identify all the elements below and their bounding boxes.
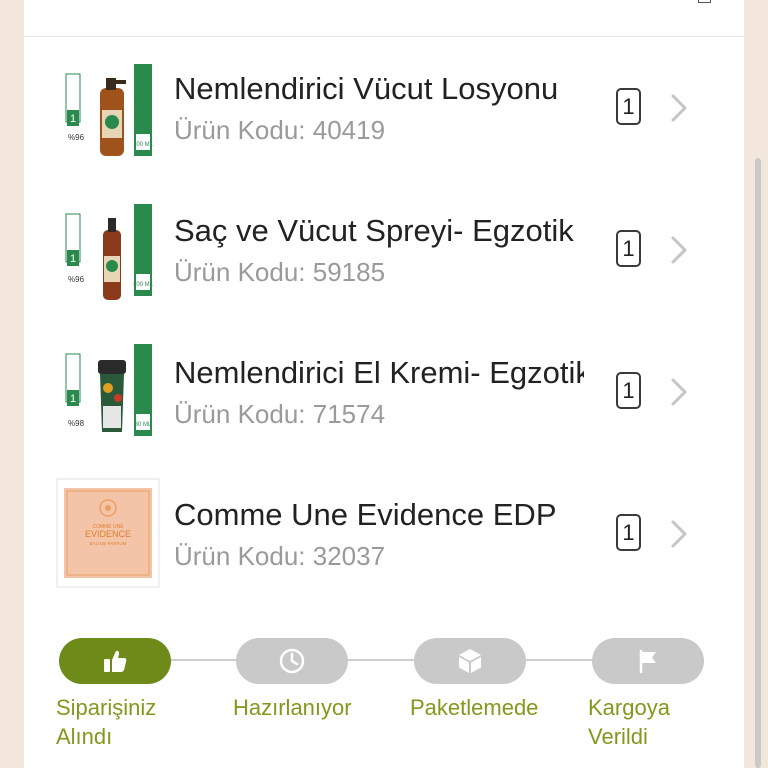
- thumbs-up-icon: [104, 650, 127, 672]
- svg-text:30 ML: 30 ML: [135, 422, 152, 428]
- product-code: Ürün Kodu: 40419: [174, 115, 386, 145]
- svg-text:%96: %96: [68, 275, 85, 284]
- step-order-received[interactable]: [59, 638, 171, 684]
- svg-text:100 ML: 100 ML: [133, 282, 154, 288]
- svg-text:%98: %98: [68, 419, 85, 428]
- product-code: Ürün Kodu: 32037: [174, 541, 386, 571]
- box-icon: [459, 649, 481, 673]
- step-label-order-received: Siparişiniz Alındı: [56, 695, 157, 749]
- step-label-packaging: Paketlemede: [410, 695, 539, 720]
- chevron-right-icon[interactable]: [664, 376, 692, 408]
- stepper-connector: [526, 659, 592, 661]
- quantity-badge: 1: [616, 230, 641, 267]
- stepper-connector: [348, 659, 414, 661]
- chevron-right-icon[interactable]: [664, 518, 692, 550]
- step-preparing[interactable]: [236, 638, 348, 684]
- spray-bottle-product-image: 1 %96 100 ML: [56, 200, 160, 310]
- product-code: Ürün Kodu: 71574: [174, 399, 386, 429]
- chevron-right-icon[interactable]: [664, 92, 692, 124]
- svg-text:1: 1: [70, 113, 76, 125]
- quantity-badge: 1: [616, 514, 641, 551]
- svg-text:1: 1: [70, 393, 76, 405]
- product-name: Comme Une Evidence EDP: [174, 497, 557, 532]
- product-name: Saç ve Vücut Spreyi- Egzotik: [174, 213, 574, 248]
- lotion-bottle-product-image: 1 %96 100 ML: [56, 60, 160, 170]
- copy-icon[interactable]: [698, 0, 711, 3]
- svg-text:100 ML: 100 ML: [133, 142, 154, 148]
- scrollbar[interactable]: [755, 158, 761, 768]
- product-name: Nemlendirici Vücut Losyonu: [174, 71, 559, 106]
- quantity-badge: 1: [616, 372, 641, 409]
- step-label-shipped: Kargoya Verildi: [588, 695, 670, 749]
- header-divider: [24, 36, 744, 37]
- stepper-connector: [170, 659, 236, 661]
- step-label-preparing: Hazırlanıyor: [233, 695, 352, 720]
- product-code: Ürün Kodu: 59185: [174, 257, 386, 287]
- svg-text:%96: %96: [68, 133, 85, 142]
- svg-text:EAU DE PARFUM: EAU DE PARFUM: [90, 541, 127, 546]
- hand-cream-product-image: 1 %98 30 ML: [56, 340, 160, 450]
- step-shipped[interactable]: [592, 638, 704, 684]
- product-name: Nemlendirici El Kremi- Egzotik: [174, 355, 584, 390]
- flag-icon: [639, 649, 656, 674]
- step-packaging[interactable]: [414, 638, 526, 684]
- chevron-right-icon[interactable]: [664, 234, 692, 266]
- perfume-box-product-image: COMME UNE EVIDENCE EAU DE PARFUM: [56, 478, 160, 588]
- svg-text:EVIDENCE: EVIDENCE: [85, 529, 131, 539]
- quantity-badge: 1: [616, 88, 641, 125]
- clock-icon: [279, 648, 305, 674]
- svg-text:1: 1: [70, 253, 76, 265]
